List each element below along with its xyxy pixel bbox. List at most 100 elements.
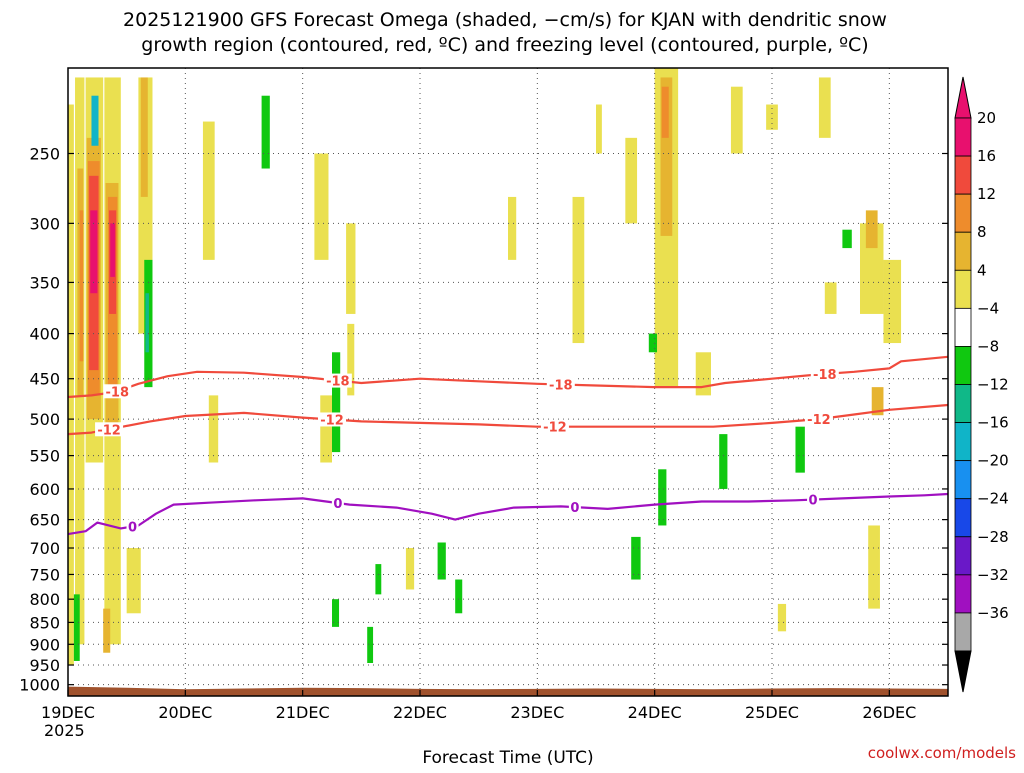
contour-label-0-3: -18 — [813, 368, 837, 383]
omega-region-9 — [91, 95, 99, 146]
omega-region-52 — [777, 603, 787, 632]
colorbar-segment-2 — [954, 193, 972, 233]
contour-label-2-1: 0 — [333, 497, 342, 512]
omega-region-61 — [883, 259, 902, 344]
terrain-fill — [68, 686, 948, 696]
colorbar-label-9: −20 — [977, 452, 1009, 470]
chart-svg: 2025121900 GFS Forecast Omega (shaded, −… — [19, 9, 1016, 768]
colorbar-label-6: −8 — [977, 337, 999, 355]
omega-region-34 — [455, 579, 463, 614]
x-axis-label: Forecast Time (UTC) — [422, 748, 593, 768]
omega-region-14 — [110, 223, 115, 277]
colorbar-segment-13 — [954, 612, 972, 652]
colorbar-segment-8 — [954, 422, 972, 462]
colorbar-segment-3 — [954, 231, 972, 271]
omega-region-39 — [596, 104, 602, 154]
colorbar-segment-0 — [954, 117, 972, 157]
y-tick-label-650: 650 — [29, 511, 60, 530]
omega-region-44 — [658, 469, 667, 526]
y-tick-label-850: 850 — [29, 613, 60, 632]
colorbar-segment-4 — [954, 269, 972, 309]
colorbar-label-11: −28 — [977, 528, 1009, 546]
omega-region-35 — [405, 548, 415, 590]
omega-region-51 — [795, 426, 805, 473]
colorbar-label-4: 4 — [977, 261, 987, 279]
contour-label-2-3: 0 — [809, 494, 818, 509]
colorbar-label-10: −24 — [977, 490, 1009, 508]
omega-region-3 — [79, 210, 84, 362]
omega-region-20 — [73, 594, 80, 661]
colorbar-label-8: −16 — [977, 414, 1009, 432]
x-tick-label-22DEC: 22DEC — [393, 703, 447, 722]
terrain-area — [68, 686, 948, 696]
x-year-label: 2025 — [44, 721, 85, 740]
colorbar-label-13: −36 — [977, 604, 1009, 622]
omega-region-48 — [719, 434, 728, 489]
contour-label-1-1: -12 — [320, 413, 344, 428]
colorbar-label-5: −4 — [977, 299, 999, 317]
colorbar-segment-11 — [954, 536, 972, 576]
omega-region-38 — [625, 137, 638, 224]
contour-lines: -18 -18 -18 -18 -12 -12 -12 -12 0 0 0 0 — [67, 355, 949, 535]
x-tick-label-24DEC: 24DEC — [628, 703, 682, 722]
y-tick-label-450: 450 — [29, 370, 60, 389]
x-tick-label-21DEC: 21DEC — [276, 703, 330, 722]
omega-region-23 — [208, 395, 219, 463]
y-tick-label-550: 550 — [29, 447, 60, 466]
y-tick-label-750: 750 — [29, 565, 60, 584]
omega-region-17 — [140, 77, 148, 197]
omega-region-25 — [314, 153, 329, 260]
contour-label-1-3: -12 — [807, 413, 831, 428]
colorbar-segment-6 — [954, 346, 972, 385]
omega-region-24 — [261, 95, 270, 169]
y-tick-label-250: 250 — [29, 144, 60, 163]
x-tick-label-20DEC: 20DEC — [158, 703, 212, 722]
colorbar-segment-12 — [954, 574, 972, 614]
contour-label-0-1: -18 — [326, 375, 350, 390]
omega-region-8 — [90, 210, 98, 294]
contour-label-2-0: 0 — [128, 520, 137, 535]
y-tick-label-400: 400 — [29, 325, 60, 344]
y-tick-label-700: 700 — [29, 539, 60, 558]
omega-region-43 — [661, 86, 669, 138]
omega-region-53 — [818, 77, 831, 138]
x-tick-label-25DEC: 25DEC — [745, 703, 799, 722]
y-tick-label-800: 800 — [29, 590, 60, 609]
y-tick-label-950: 950 — [29, 656, 60, 675]
credit-label: coolwx.com/models — [868, 744, 1016, 762]
x-tick-label-19DEC: 19DEC — [41, 703, 95, 722]
colorbar-segment-9 — [954, 460, 972, 500]
y-tick-label-350: 350 — [29, 273, 60, 292]
omega-forecast-chart: 2025121900 GFS Forecast Omega (shaded, −… — [0, 0, 1024, 768]
colorbar-bottom-triangle — [954, 650, 972, 693]
y-tick-label-300: 300 — [29, 214, 60, 233]
omega-region-60 — [868, 525, 880, 609]
omega-region-49 — [730, 86, 743, 154]
omega-region-58 — [865, 210, 878, 249]
y-tick-label-500: 500 — [29, 410, 60, 429]
omega-region-45 — [631, 536, 641, 580]
omega-region-32 — [375, 564, 382, 595]
omega-region-27 — [332, 352, 341, 453]
contour-label-1-2: -12 — [543, 421, 567, 436]
omega-region-31 — [367, 626, 374, 663]
omega-region-54 — [824, 282, 837, 314]
omega-region-15 — [103, 608, 111, 653]
colorbar-segment-5 — [954, 307, 972, 347]
omega-region-36 — [508, 196, 517, 260]
omega-region-0 — [68, 104, 74, 666]
colorbar-top-triangle — [954, 76, 972, 119]
omega-region-37 — [572, 196, 585, 344]
colorbar-segment-7 — [954, 384, 972, 423]
colorbar-segment-10 — [954, 498, 972, 538]
colorbar-label-12: −32 — [977, 566, 1009, 584]
omega-shading — [68, 68, 902, 666]
colorbar-label-7: −12 — [977, 376, 1009, 394]
colorbar: 20 16 12 8 4 −4 −8 −12 −16 −20 −24 −28 −32 −36 — [954, 76, 1009, 693]
colorbar-label-0: 20 — [977, 109, 996, 127]
y-tick-label-1000: 1000 — [19, 676, 60, 695]
colorbar-label-1: 16 — [977, 147, 996, 165]
omega-region-28 — [346, 223, 356, 314]
x-tick-label-26DEC: 26DEC — [862, 703, 916, 722]
chart-title-line2: growth region (contoured, red, ºC) and f… — [141, 34, 868, 56]
